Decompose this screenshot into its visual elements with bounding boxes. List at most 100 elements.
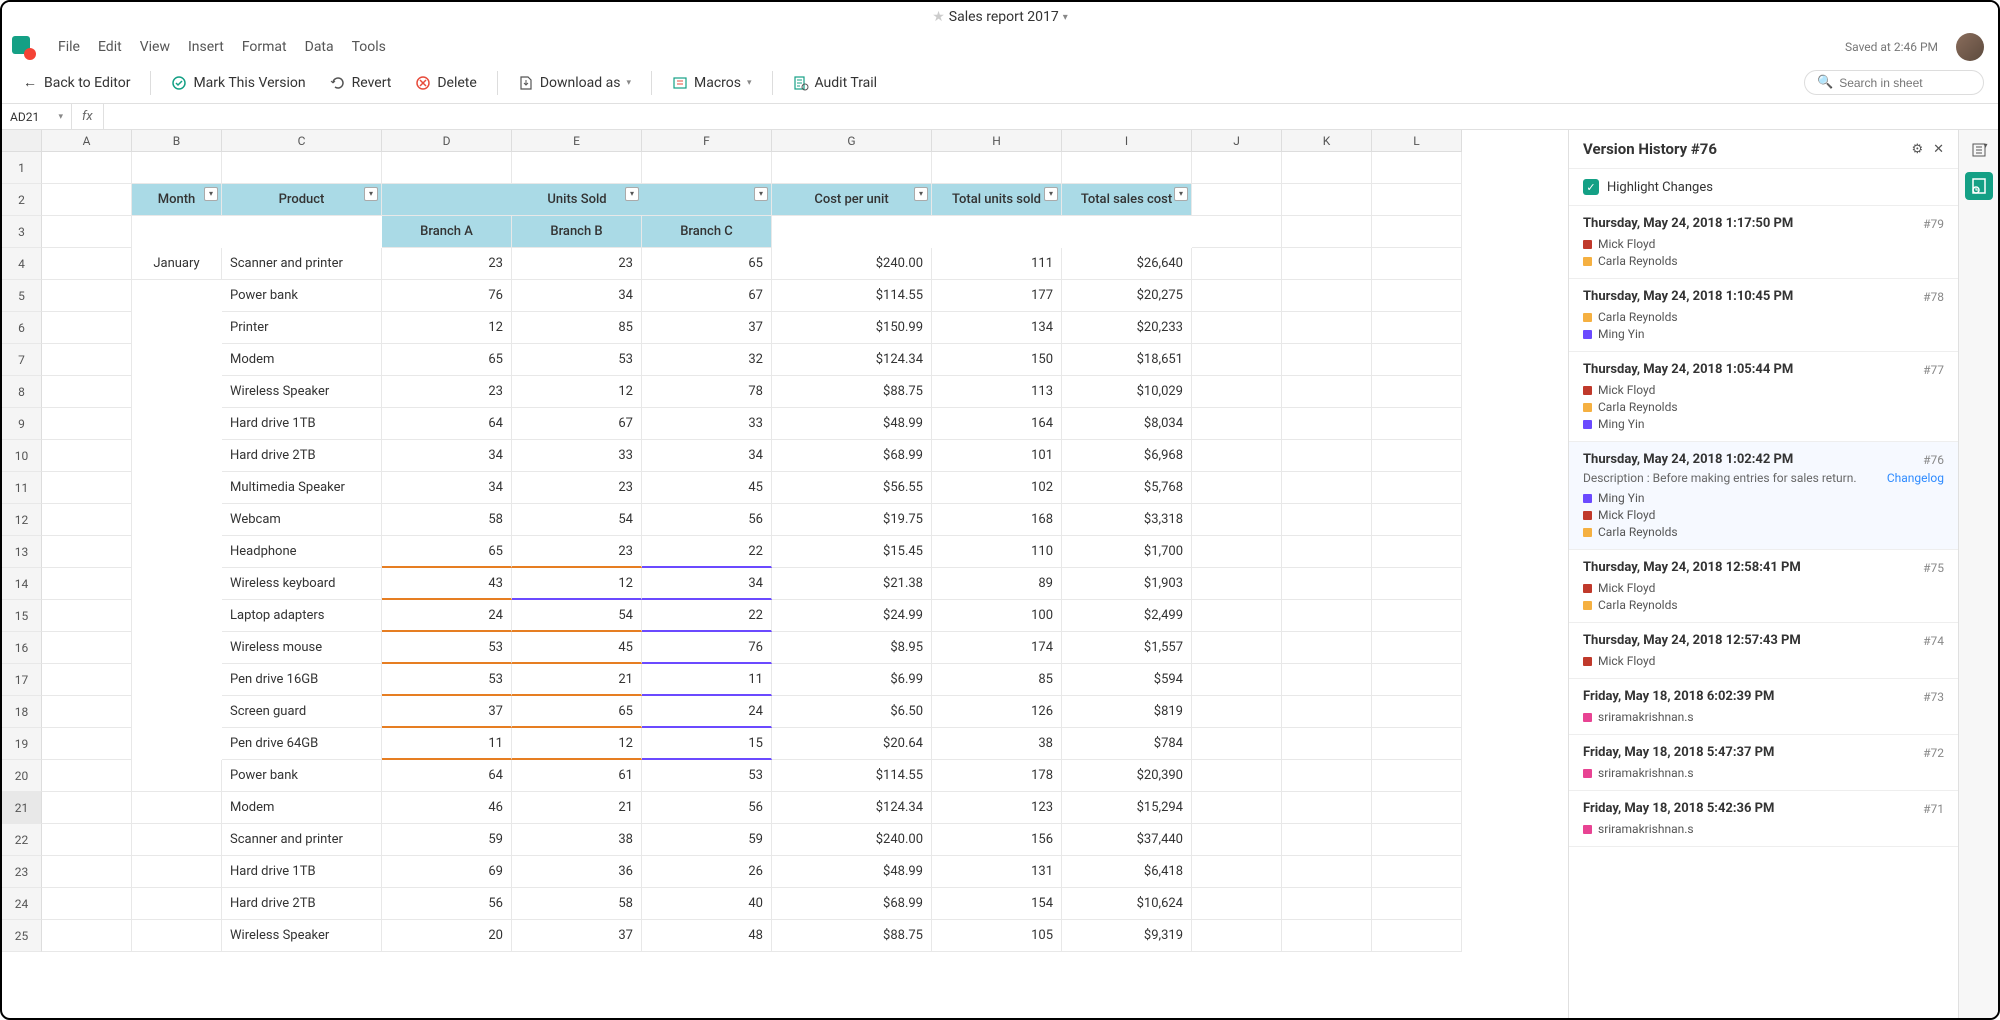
cell-cost[interactable]: $15.45 [772,536,932,568]
cell-total-sales[interactable]: $10,624 [1062,888,1192,920]
close-icon[interactable]: ✕ [1933,142,1944,157]
cell-branch-c[interactable]: 53 [642,760,772,792]
cell-branch-c[interactable]: 22 [642,600,772,632]
cell-cost[interactable]: $6.99 [772,664,932,696]
row-header[interactable]: 16 [2,632,42,664]
app-logo[interactable] [12,36,34,58]
cell[interactable] [772,152,932,184]
menu-format[interactable]: Format [242,39,287,55]
cell[interactable] [1192,600,1282,632]
cell-total-units[interactable]: 100 [932,600,1062,632]
cell-branch-a[interactable]: 53 [382,632,512,664]
cell[interactable] [1372,472,1462,504]
cell[interactable] [1192,824,1282,856]
cell[interactable] [1192,888,1282,920]
cell[interactable] [42,536,132,568]
cell-total-sales[interactable]: $8,034 [1062,408,1192,440]
cell-product[interactable]: Pen drive 64GB [222,728,382,760]
cell-branch-b[interactable]: 23 [512,248,642,280]
cell[interactable] [1372,408,1462,440]
header-total-units[interactable]: Total units sold▾ [932,184,1062,216]
cell[interactable] [1192,632,1282,664]
cell[interactable] [42,920,132,952]
menu-view[interactable]: View [140,39,170,55]
cell[interactable] [1372,536,1462,568]
cell[interactable] [1282,856,1372,888]
cell[interactable] [1282,728,1372,760]
menu-insert[interactable]: Insert [188,39,224,55]
cell[interactable] [382,152,512,184]
cell-cost[interactable]: $20.64 [772,728,932,760]
cell[interactable] [42,312,132,344]
cell-product[interactable]: Scanner and printer [222,824,382,856]
cell[interactable] [1372,792,1462,824]
cell-total-units[interactable]: 156 [932,824,1062,856]
cell[interactable] [1282,632,1372,664]
month-cell[interactable]: January [132,248,222,280]
cell[interactable] [1282,600,1372,632]
cell-total-units[interactable]: 178 [932,760,1062,792]
cell-total-units[interactable]: 126 [932,696,1062,728]
cell[interactable] [1192,536,1282,568]
cell-cost[interactable]: $19.75 [772,504,932,536]
cell[interactable] [42,152,132,184]
row-header[interactable]: 2 [2,184,42,216]
cell-total-units[interactable]: 113 [932,376,1062,408]
cell-branch-c[interactable]: 40 [642,888,772,920]
cell-product[interactable]: Power bank [222,760,382,792]
cell-product[interactable]: Hard drive 2TB [222,440,382,472]
cell-branch-b[interactable]: 65 [512,696,642,728]
cell-branch-c[interactable]: 76 [642,632,772,664]
cell-product[interactable]: Power bank [222,280,382,312]
cell[interactable] [1192,664,1282,696]
cell[interactable] [1372,440,1462,472]
cell[interactable] [1282,184,1372,216]
cell[interactable] [1372,856,1462,888]
filter-icon[interactable]: ▾ [204,187,218,201]
star-icon[interactable]: ★ [932,9,945,25]
changelog-link[interactable]: Changelog [1887,471,1944,485]
cell[interactable] [42,824,132,856]
cell-total-sales[interactable]: $15,294 [1062,792,1192,824]
grid-corner[interactable] [2,130,42,152]
cell[interactable] [1372,696,1462,728]
document-title[interactable]: Sales report 2017 [949,9,1059,25]
cell[interactable] [1192,728,1282,760]
cell[interactable] [132,152,222,184]
column-header[interactable]: C [222,130,382,152]
cell[interactable] [132,856,222,888]
column-header[interactable]: A [42,130,132,152]
cell-branch-a[interactable]: 12 [382,312,512,344]
cell[interactable] [42,344,132,376]
row-header[interactable]: 22 [2,824,42,856]
cell[interactable] [1192,312,1282,344]
cell[interactable] [1192,216,1282,248]
column-header[interactable]: B [132,130,222,152]
cell-cost[interactable]: $68.99 [772,888,932,920]
cell[interactable] [1192,696,1282,728]
menu-tools[interactable]: Tools [352,39,386,55]
header-month[interactable]: Month▾ [132,184,222,216]
cell-branch-c[interactable]: 32 [642,344,772,376]
cell-total-units[interactable]: 174 [932,632,1062,664]
cell-branch-a[interactable]: 46 [382,792,512,824]
cell-branch-a[interactable]: 76 [382,280,512,312]
cell-total-sales[interactable]: $784 [1062,728,1192,760]
cell-branch-c[interactable]: 45 [642,472,772,504]
cell-branch-c[interactable]: 48 [642,920,772,952]
cell-total-sales[interactable]: $819 [1062,696,1192,728]
row-header[interactable]: 20 [2,760,42,792]
version-item[interactable]: Thursday, May 24, 2018 12:57:43 PM#74Mic… [1569,623,1958,679]
header-units-sold[interactable]: Units Sold▾ [512,184,642,216]
cell[interactable] [1192,408,1282,440]
cell[interactable] [1192,440,1282,472]
cell-branch-b[interactable]: 38 [512,824,642,856]
cell-total-sales[interactable]: $9,319 [1062,920,1192,952]
cell-product[interactable]: Webcam [222,504,382,536]
cell-branch-c[interactable]: 59 [642,824,772,856]
cell-product[interactable]: Modem [222,792,382,824]
row-header[interactable]: 13 [2,536,42,568]
cell-total-sales[interactable]: $5,768 [1062,472,1192,504]
cell[interactable] [132,920,222,952]
cell-cost[interactable]: $240.00 [772,824,932,856]
